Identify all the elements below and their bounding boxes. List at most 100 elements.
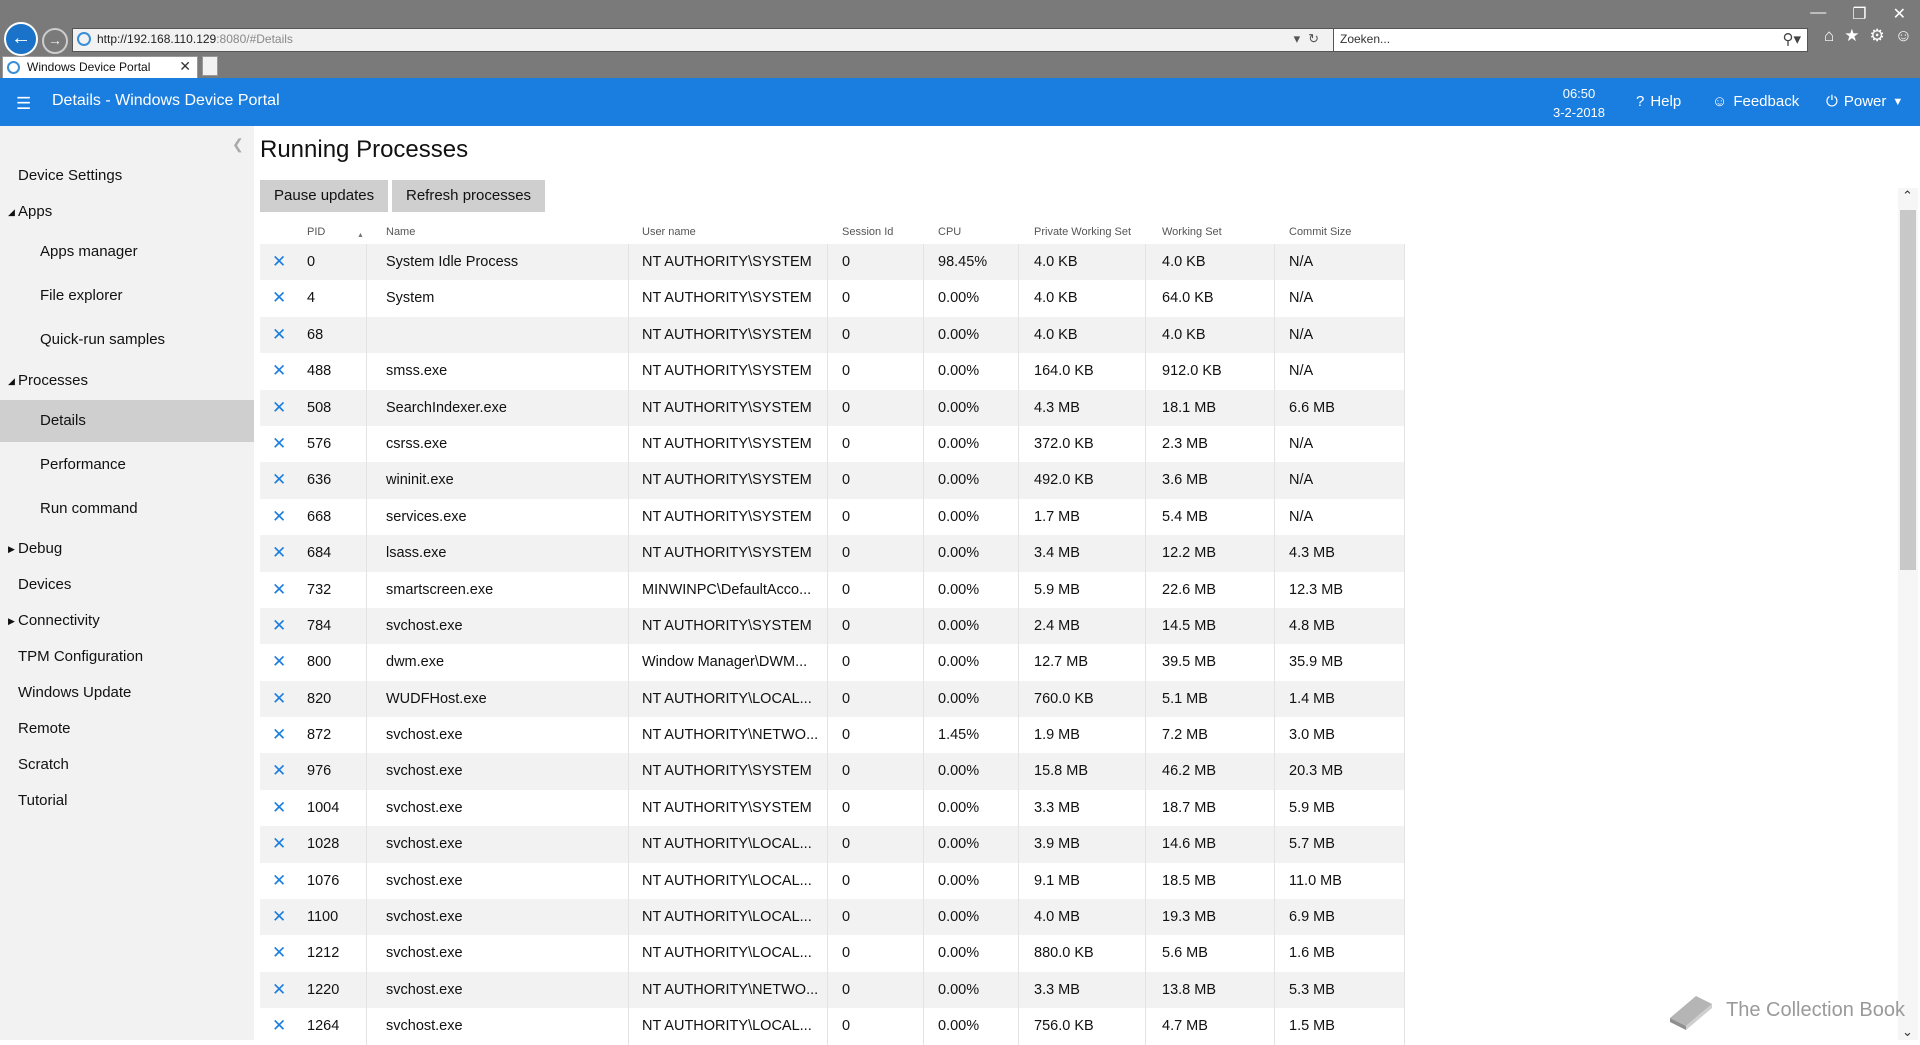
end-process-icon[interactable]: ✕	[272, 790, 286, 826]
table-row[interactable]: ✕ 684 lsass.exe NT AUTHORITY\SYSTEM 0 0.00% 3.…	[260, 535, 1405, 572]
close-window-icon[interactable]: ✕	[1893, 4, 1906, 24]
table-row[interactable]: ✕ 1264 svchost.exe NT AUTHORITY\LOCAL... 0 0.…	[260, 1008, 1405, 1045]
sidebar-group-apps[interactable]: ◢ Apps	[0, 191, 254, 233]
favorites-icon[interactable]: ★	[1844, 26, 1859, 46]
sidebar-item-run-command[interactable]: Run command	[0, 488, 254, 530]
column-header-private-ws[interactable]: Private Working Set	[1034, 226, 1131, 238]
cell-pid: 1264	[307, 1018, 340, 1035]
search-icon[interactable]: ⚲▾	[1782, 30, 1801, 48]
table-row[interactable]: ✕ 732 smartscreen.exe MINWINPC\DefaultAcco.…	[260, 571, 1405, 608]
settings-gear-icon[interactable]: ⚙	[1870, 26, 1885, 46]
help-button[interactable]: ? Help	[1636, 93, 1681, 110]
table-row[interactable]: ✕ 0 System Idle Process NT AUTHORITY\SYSTEM…	[260, 244, 1405, 281]
collapse-sidebar-icon[interactable]: ❮	[232, 136, 244, 153]
end-process-icon[interactable]: ✕	[272, 863, 286, 899]
feedback-button[interactable]: ☺ Feedback	[1712, 93, 1799, 110]
column-divider	[1404, 1008, 1405, 1045]
end-process-icon[interactable]: ✕	[272, 972, 286, 1008]
table-row[interactable]: ✕ 1028 svchost.exe NT AUTHORITY\LOCAL... 0 0.…	[260, 826, 1405, 863]
minimize-icon[interactable]: —	[1810, 4, 1826, 24]
end-process-icon[interactable]: ✕	[272, 462, 286, 498]
table-row[interactable]: ✕ 784 svchost.exe NT AUTHORITY\SYSTEM 0 0.00%…	[260, 607, 1405, 645]
table-row[interactable]: ✕ 976 svchost.exe NT AUTHORITY\SYSTEM 0 0.00%…	[260, 753, 1405, 790]
cell-name: svchost.exe	[386, 727, 463, 744]
column-header-commit[interactable]: Commit Size	[1289, 226, 1351, 238]
cell-private-ws: 3.4 MB	[1034, 545, 1080, 562]
end-process-icon[interactable]: ✕	[272, 426, 286, 462]
sidebar-item-file-explorer[interactable]: File explorer	[0, 275, 254, 317]
table-row[interactable]: ✕ 4 System NT AUTHORITY\SYSTEM 0 0.00% 4.0 KB 6…	[260, 280, 1405, 317]
end-process-icon[interactable]: ✕	[272, 608, 286, 644]
table-row[interactable]: ✕ 488 smss.exe NT AUTHORITY\SYSTEM 0 0.00% 164…	[260, 353, 1405, 390]
back-button[interactable]: ←	[4, 22, 38, 56]
column-header-name[interactable]: Name	[386, 226, 415, 238]
end-process-icon[interactable]: ✕	[272, 1008, 286, 1044]
table-row[interactable]: ✕ 508 SearchIndexer.exe NT AUTHORITY\SYSTEM…	[260, 389, 1405, 426]
table-row[interactable]: ✕ 1220 svchost.exe NT AUTHORITY\NETWO... 0 0.…	[260, 971, 1405, 1009]
cell-cpu: 0.00%	[938, 617, 980, 634]
end-process-icon[interactable]: ✕	[272, 390, 286, 426]
end-process-icon[interactable]: ✕	[272, 753, 286, 789]
cell-private-ws: 4.3 MB	[1034, 399, 1080, 416]
sidebar-item-tutorial[interactable]: Tutorial	[0, 780, 254, 822]
end-process-icon[interactable]: ✕	[272, 826, 286, 862]
sidebar-item-quick-run[interactable]: Quick-run samples	[0, 319, 254, 361]
end-process-icon[interactable]: ✕	[272, 644, 286, 680]
end-process-icon[interactable]: ✕	[272, 280, 286, 316]
end-process-icon[interactable]: ✕	[272, 244, 286, 280]
hamburger-menu-icon[interactable]: ☰	[16, 94, 31, 114]
browser-tab[interactable]: Windows Device Portal ✕	[2, 56, 198, 78]
table-row[interactable]: ✕ 1100 svchost.exe NT AUTHORITY\LOCAL... 0 0.…	[260, 899, 1405, 936]
cell-session: 0	[842, 508, 851, 525]
sidebar-item-performance[interactable]: Performance	[0, 444, 254, 486]
column-header-ws[interactable]: Working Set	[1162, 226, 1222, 238]
table-row[interactable]: ✕ 800 dwm.exe Window Manager\DWM... 0 0.00% 12…	[260, 644, 1405, 681]
table-row[interactable]: ✕ 576 csrss.exe NT AUTHORITY\SYSTEM 0 0.00% 37…	[260, 425, 1405, 463]
end-process-icon[interactable]: ✕	[272, 935, 286, 971]
end-process-icon[interactable]: ✕	[272, 535, 286, 571]
refresh-processes-button[interactable]: Refresh processes	[392, 180, 546, 212]
cell-user: NT AUTHORITY\LOCAL...	[642, 690, 812, 707]
scroll-thumb[interactable]	[1900, 210, 1916, 570]
table-row[interactable]: ✕ 68 NT AUTHORITY\SYSTEM 0 0.00% 4.0 KB 4.0 KB…	[260, 316, 1405, 354]
sidebar-item-details[interactable]: Details	[0, 400, 254, 442]
close-tab-icon[interactable]: ✕	[179, 58, 191, 75]
end-process-icon[interactable]: ✕	[272, 572, 286, 608]
end-process-icon[interactable]: ✕	[272, 353, 286, 389]
search-box[interactable]: Zoeken... ⚲▾	[1333, 28, 1808, 52]
forward-button[interactable]: →	[42, 28, 68, 54]
cell-session: 0	[842, 545, 851, 562]
column-header-cpu[interactable]: CPU	[938, 226, 961, 238]
scroll-up-icon[interactable]: ⌃	[1902, 188, 1913, 204]
column-header-user[interactable]: User name	[642, 226, 696, 238]
table-row[interactable]: ✕ 1212 svchost.exe NT AUTHORITY\LOCAL... 0 0.…	[260, 935, 1405, 972]
table-row[interactable]: ✕ 668 services.exe NT AUTHORITY\SYSTEM 0 0.00…	[260, 498, 1405, 536]
pause-updates-button[interactable]: Pause updates	[260, 180, 389, 212]
cell-name: svchost.exe	[386, 981, 463, 998]
sidebar-group-processes[interactable]: ◢ Processes	[0, 360, 254, 402]
address-controls[interactable]: ▾↻	[1294, 31, 1327, 47]
new-tab-button[interactable]	[202, 56, 218, 76]
cell-ws: 7.2 MB	[1162, 727, 1208, 744]
column-header-session[interactable]: Session Id	[842, 226, 893, 238]
table-row[interactable]: ✕ 1004 svchost.exe NT AUTHORITY\SYSTEM 0 0.00…	[260, 789, 1405, 827]
power-button[interactable]: ⏻ Power ▼	[1826, 93, 1903, 110]
table-row[interactable]: ✕ 820 WUDFHost.exe NT AUTHORITY\LOCAL... 0 0.…	[260, 680, 1405, 718]
vertical-scrollbar[interactable]: ⌃ ⌄	[1898, 188, 1918, 1040]
smiley-icon[interactable]: ☺	[1895, 26, 1912, 46]
end-process-icon[interactable]: ✕	[272, 681, 286, 717]
address-bar[interactable]: http://192.168.110.129:8080/#Details ▾↻	[72, 28, 1334, 52]
end-process-icon[interactable]: ✕	[272, 899, 286, 935]
restore-icon[interactable]: ❐	[1852, 4, 1866, 24]
end-process-icon[interactable]: ✕	[272, 317, 286, 353]
table-row[interactable]: ✕ 872 svchost.exe NT AUTHORITY\NETWO... 0 1.4…	[260, 717, 1405, 754]
column-header-pid[interactable]: PID	[307, 226, 325, 238]
table-row[interactable]: ✕ 636 wininit.exe NT AUTHORITY\SYSTEM 0 0.00%…	[260, 462, 1405, 499]
table-row[interactable]: ✕ 1076 svchost.exe NT AUTHORITY\LOCAL... 0 0.…	[260, 862, 1405, 900]
chevron-down-icon: ▼	[1892, 95, 1904, 108]
end-process-icon[interactable]: ✕	[272, 717, 286, 753]
sidebar-item-apps-manager[interactable]: Apps manager	[0, 231, 254, 273]
cell-name: svchost.exe	[386, 1018, 463, 1035]
end-process-icon[interactable]: ✕	[272, 499, 286, 535]
home-icon[interactable]: ⌂	[1824, 26, 1834, 46]
